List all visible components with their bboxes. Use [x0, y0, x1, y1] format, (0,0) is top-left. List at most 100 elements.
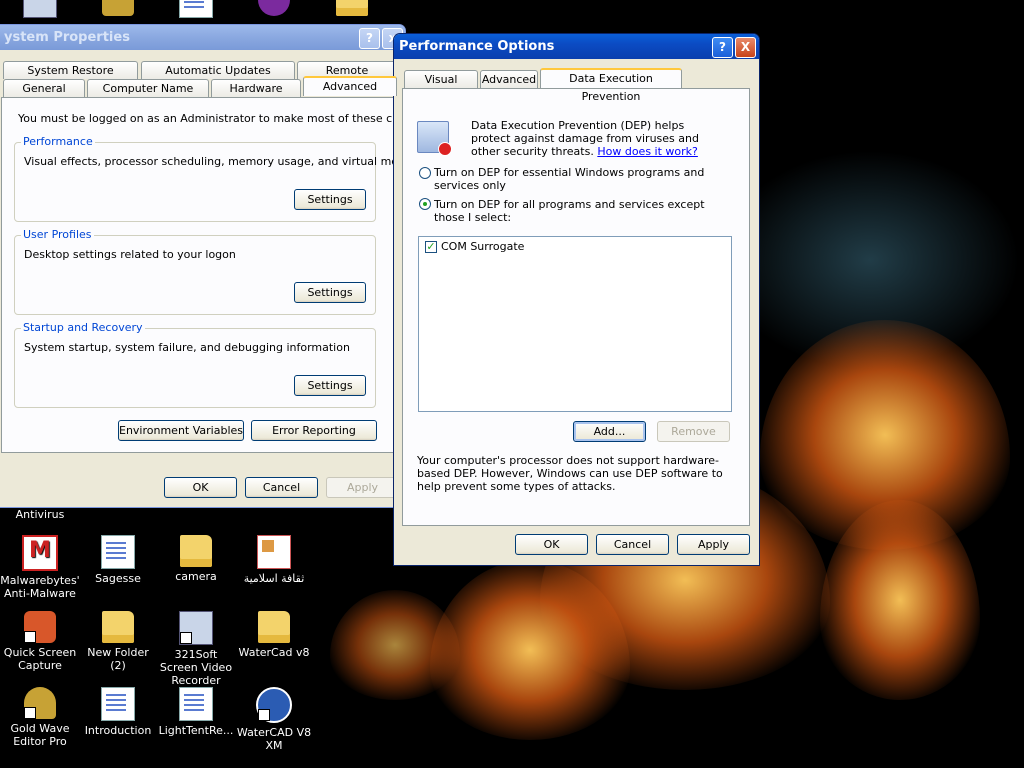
document-icon — [101, 535, 135, 569]
dep-all-programs-radio[interactable] — [419, 198, 431, 210]
processor-note: Your computer's processor does not suppo… — [417, 454, 723, 493]
desktop-icon-top[interactable] — [312, 0, 392, 19]
tab-visual-effects[interactable]: Visual Effects — [404, 70, 478, 104]
startup-recovery-description: System startup, system failure, and debu… — [24, 341, 350, 354]
yahoo-icon — [258, 0, 290, 16]
document-icon — [179, 0, 213, 18]
desktop-icon-top[interactable] — [234, 0, 314, 19]
malwarebytes-icon — [22, 535, 58, 571]
admin-note: You must be logged on as an Administrato… — [18, 112, 406, 125]
desktop-icon-new-folder-2[interactable]: New Folder (2) — [78, 611, 158, 672]
dep-exception-list[interactable]: ✓ COM Surrogate — [418, 236, 732, 412]
tab-system-restore[interactable]: System Restore — [3, 61, 138, 79]
com-surrogate-label[interactable]: COM Surrogate — [441, 240, 524, 253]
close-button[interactable]: X — [735, 37, 756, 58]
desktop-icon-label: Gold Wave Editor Pro — [10, 722, 70, 748]
system-properties-window: ystem Properties ? x System Restore Auto… — [0, 24, 406, 508]
desktop-icon-label: 321Soft Screen Video Recorder — [159, 648, 233, 687]
cancel-button[interactable]: Cancel — [596, 534, 669, 555]
performance-description: Visual effects, processor scheduling, me… — [24, 155, 406, 168]
add-button[interactable]: Add... — [573, 421, 646, 442]
folder-icon — [102, 611, 134, 643]
desktop-icon-label: Malwarebytes' Anti-Malware — [0, 574, 80, 600]
video-recorder-icon — [179, 611, 213, 645]
text-file-icon — [179, 687, 213, 721]
tab-computer-name[interactable]: Computer Name — [87, 79, 209, 97]
dep-essential-radio[interactable] — [419, 167, 431, 179]
watercad-icon — [256, 687, 292, 723]
help-button[interactable]: ? — [712, 37, 733, 58]
remove-button[interactable]: Remove — [657, 421, 730, 442]
desktop-icon-watercad-v8-xm[interactable]: WaterCAD V8 XM — [234, 687, 314, 752]
apply-button[interactable]: Apply — [326, 477, 399, 498]
wallpaper-flame — [330, 590, 460, 700]
desktop-icon-label: Introduction — [84, 724, 152, 737]
folder-icon — [336, 0, 368, 16]
desktop-icon-label: WaterCAD V8 XM — [236, 726, 312, 752]
dep-shield-icon — [417, 121, 452, 156]
window-title: ystem Properties — [4, 30, 130, 45]
shortcut-arrow-icon — [180, 632, 192, 644]
word-document-icon — [101, 687, 135, 721]
cancel-button[interactable]: Cancel — [245, 477, 318, 498]
computer-icon — [23, 0, 57, 18]
advanced-tab-panel: You must be logged on as an Administrato… — [1, 97, 406, 453]
environment-variables-button[interactable]: Environment Variables — [118, 420, 244, 441]
desktop-icon-label: Quick Screen Capture — [3, 646, 77, 672]
com-surrogate-checkbox[interactable]: ✓ — [425, 241, 437, 253]
startup-recovery-group: Startup and Recovery System startup, sys… — [14, 321, 376, 408]
desktop-icon-gold-wave[interactable]: Gold Wave Editor Pro — [0, 687, 80, 748]
startup-recovery-settings-button[interactable]: Settings — [294, 375, 366, 396]
desktop-icon-introduction[interactable]: Introduction — [78, 687, 158, 737]
error-reporting-button[interactable]: Error Reporting — [251, 420, 377, 441]
folder-icon — [180, 535, 212, 567]
desktop-icon-top[interactable] — [0, 0, 80, 21]
desktop-icon-label: Antivirus — [15, 508, 65, 521]
desktop-icon-label: LightTentRe... — [158, 724, 234, 737]
desktop-icon-top[interactable] — [156, 0, 236, 21]
startup-recovery-group-title: Startup and Recovery — [21, 321, 145, 334]
dep-essential-label[interactable]: Turn on DEP for essential Windows progra… — [434, 166, 724, 192]
how-does-it-work-link[interactable]: How does it work? — [597, 145, 698, 158]
user-profiles-description: Desktop settings related to your logon — [24, 248, 236, 261]
shortcut-arrow-icon — [24, 707, 36, 719]
performance-settings-button[interactable]: Settings — [294, 189, 366, 210]
desktop-icon-camera[interactable]: camera — [156, 535, 236, 583]
user-profiles-group: User Profiles Desktop settings related t… — [14, 228, 376, 315]
desktop-icon-malwarebytes[interactable]: Malwarebytes' Anti-Malware — [0, 535, 80, 600]
dep-description: Data Execution Prevention (DEP) helps pr… — [471, 119, 721, 158]
desktop-icon-top[interactable] — [78, 0, 158, 19]
tab-hardware[interactable]: Hardware — [211, 79, 301, 97]
desktop-icon-lighttent[interactable]: LightTentRe... — [156, 687, 236, 737]
desktop-icon-label: Sagesse — [95, 572, 141, 585]
desktop-icon-label: New Folder (2) — [87, 646, 149, 672]
apply-button[interactable]: Apply — [677, 534, 750, 555]
performance-options-window: Performance Options ? X Visual Effects A… — [393, 33, 760, 566]
tab-advanced[interactable]: Advanced — [480, 70, 538, 88]
desktop-icon-islamic-culture[interactable]: ثقافة اسلامية — [234, 535, 314, 585]
performance-group: Performance Visual effects, processor sc… — [14, 135, 405, 222]
presentation-icon — [257, 535, 291, 569]
gramophone-icon — [24, 687, 56, 719]
tab-data-execution-prevention[interactable]: Data Execution Prevention — [540, 68, 682, 103]
ok-button[interactable]: OK — [515, 534, 588, 555]
desktop-icon-label: camera — [175, 570, 217, 583]
performance-options-titlebar[interactable]: Performance Options ? X — [394, 34, 759, 59]
capture-icon — [24, 611, 56, 643]
ok-button[interactable]: OK — [164, 477, 237, 498]
dep-tab-panel: Data Execution Prevention (DEP) helps pr… — [402, 88, 750, 526]
desktop-icon-sagesse[interactable]: Sagesse — [78, 535, 158, 585]
desktop-icon-watercad-v8[interactable]: WaterCad v8 — [234, 611, 314, 659]
desktop-icon-label: ثقافة اسلامية — [243, 572, 305, 585]
help-button[interactable]: ? — [359, 28, 380, 49]
desktop-icon-321soft[interactable]: 321Soft Screen Video Recorder — [156, 611, 236, 687]
user-profiles-group-title: User Profiles — [21, 228, 94, 241]
user-profiles-settings-button[interactable]: Settings — [294, 282, 366, 303]
dep-all-programs-label[interactable]: Turn on DEP for all programs and service… — [434, 198, 724, 224]
tab-general[interactable]: General — [3, 79, 85, 97]
tab-automatic-updates[interactable]: Automatic Updates — [141, 61, 295, 79]
desktop-icon-antivirus[interactable]: Antivirus — [0, 508, 80, 521]
system-properties-titlebar[interactable]: ystem Properties ? x — [0, 25, 405, 50]
tab-advanced[interactable]: Advanced — [303, 76, 397, 96]
desktop-icon-quick-screen-capture[interactable]: Quick Screen Capture — [0, 611, 80, 672]
